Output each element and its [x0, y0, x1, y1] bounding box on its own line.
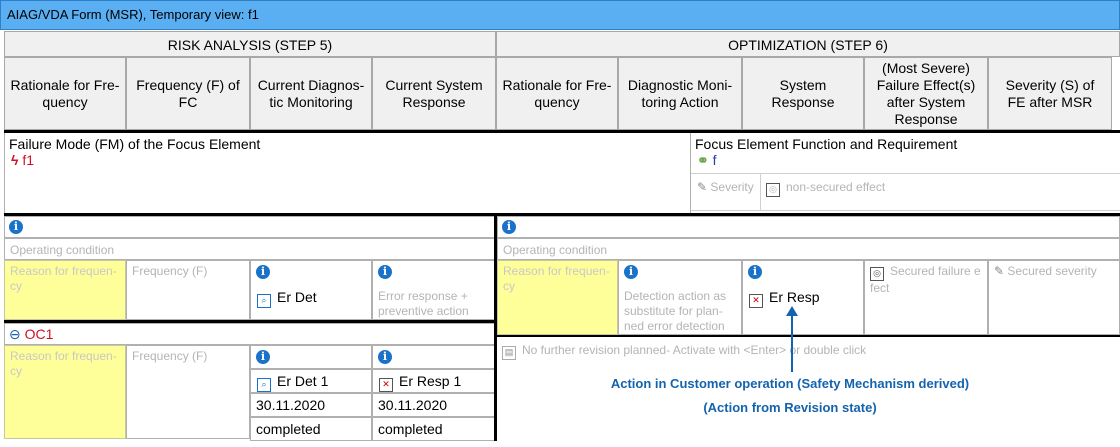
oc1-status-det[interactable]: completed [250, 417, 372, 441]
response-placeholder: Error response + preventive action [378, 289, 469, 318]
oc1-frequency[interactable]: Frequency (F) [126, 345, 250, 439]
oc1-det-info: i [250, 345, 372, 369]
right-info-row: i [497, 216, 1120, 238]
annotation-line2: (Action from Revision state) [703, 400, 877, 415]
secured-failure-label: Secured failure e fect [870, 264, 981, 295]
window-title: AIAG/VDA Form (MSR), Temporary view: f1 [0, 0, 1120, 30]
detection-placeholder: Detection action as substitute for plan-… [624, 289, 727, 333]
detection-icon: ⌕ [257, 378, 271, 392]
annotation-line1: Action in Customer operation (Safety Mec… [610, 376, 970, 391]
col-severity-after-msr[interactable]: Severity (S) of FE after MSR [988, 57, 1112, 130]
failure-mode-icon: ϟ [11, 152, 19, 168]
section-optimization: OPTIMIZATION (STEP 6) [496, 31, 1120, 57]
effect-icon: ◎ [766, 183, 780, 197]
col-failure-effect-after-response[interactable]: (Most Severe) Failure Effect(s) after Sy… [864, 57, 988, 130]
info-icon[interactable]: i [378, 350, 392, 364]
col-current-system-response[interactable]: Current System Response [372, 57, 496, 130]
revision-icon: ▤ [502, 346, 516, 360]
non-secured-label: non-secured effect [786, 180, 886, 194]
left-detection-cell[interactable]: i ⌕ Er Det [250, 260, 372, 320]
left-frequency[interactable]: Frequency (F) [126, 260, 250, 320]
info-icon[interactable]: i [378, 265, 392, 279]
right-operating-condition[interactable]: Operating condition [497, 238, 1120, 260]
revision-note: No further revision planned- Activate wi… [522, 343, 867, 357]
right-response[interactable]: Er Resp [769, 289, 820, 305]
link-icon: ⚭ [697, 152, 709, 168]
oc1-response-cell[interactable]: ✕ Er Resp 1 [372, 369, 496, 393]
left-reason-frequency[interactable]: Reason for frequen- cy [4, 260, 126, 320]
detection-icon: ⌕ [257, 294, 271, 308]
response-icon: ✕ [749, 294, 763, 308]
col-opt-rationale-frequency[interactable]: Rationale for Fre- quency [496, 57, 618, 130]
failure-mode-value[interactable]: f1 [22, 152, 34, 168]
left-operating-condition[interactable]: Operating condition [4, 238, 496, 260]
focus-function-panel[interactable]: Focus Element Function and Requirement ⚭… [690, 133, 1120, 213]
oc1-response[interactable]: Er Resp 1 [399, 373, 461, 389]
info-icon[interactable]: i [256, 350, 270, 364]
pencil-icon: ✎ [697, 180, 708, 194]
effect-icon: ◎ [870, 267, 884, 281]
severity-label: Severity [710, 180, 754, 194]
oc1-reason-frequency[interactable]: Reason for frequen- cy [4, 345, 126, 439]
response-icon: ✕ [379, 378, 393, 392]
oc1-date-det[interactable]: 30.11.2020 [250, 393, 372, 417]
info-icon[interactable]: i [748, 265, 762, 279]
pencil-icon: ✎ [994, 264, 1005, 278]
secured-severity-label: Secured severity [1007, 264, 1097, 278]
secured-severity[interactable]: ✎ Secured severity [988, 260, 1120, 335]
detection-value[interactable]: Er Det [277, 289, 317, 305]
right-response-cell[interactable]: i ✕ Er Resp [742, 260, 864, 335]
col-frequency-fc[interactable]: Frequency (F) of FC [126, 57, 250, 130]
left-info-row: i [4, 216, 496, 238]
oc1-detection[interactable]: Er Det 1 [277, 373, 328, 389]
severity-field[interactable]: ✎ Severity [691, 173, 761, 211]
info-icon[interactable]: i [624, 265, 638, 279]
info-icon[interactable]: i [502, 220, 516, 234]
oc1-status-resp[interactable]: completed [372, 417, 496, 441]
right-reason-frequency[interactable]: Reason for frequen- cy [497, 260, 618, 335]
left-response-cell[interactable]: i Error response + preventive action [372, 260, 496, 320]
col-system-response[interactable]: System Response [742, 57, 864, 130]
oc1-label[interactable]: OC1 [25, 326, 54, 342]
oc1-row[interactable]: ⊖ OC1 [4, 323, 496, 345]
oc1-detection-cell[interactable]: ⌕ Er Det 1 [250, 369, 372, 393]
secured-failure-effect[interactable]: ◎ Secured failure e fect [864, 260, 988, 335]
col-diagnostic-monitoring-action[interactable]: Diagnostic Moni- toring Action [618, 57, 742, 130]
col-current-diagnostic[interactable]: Current Diagnos- tic Monitoring [250, 57, 372, 130]
focus-function-label: Focus Element Function and Requirement [695, 136, 958, 152]
col-rationale-frequency[interactable]: Rationale for Fre- quency [4, 57, 126, 130]
oc1-resp-info: i [372, 345, 496, 369]
steering-wheel-icon: ⊖ [9, 326, 21, 342]
oc1-date-resp[interactable]: 30.11.2020 [372, 393, 496, 417]
non-secured-effect-field[interactable]: ◎ non-secured effect [761, 173, 1120, 211]
focus-function-value[interactable]: f [713, 152, 717, 168]
right-detection-cell[interactable]: i Detection action as substitute for pla… [618, 260, 742, 335]
failure-mode-panel[interactable]: Failure Mode (FM) of the Focus Element ϟ… [4, 133, 690, 213]
annotation-arrow [786, 306, 798, 372]
info-icon[interactable]: i [256, 265, 270, 279]
section-risk-analysis: RISK ANALYSIS (STEP 5) [4, 31, 496, 57]
failure-mode-label: Failure Mode (FM) of the Focus Element [9, 136, 261, 152]
info-icon[interactable]: i [9, 220, 23, 234]
